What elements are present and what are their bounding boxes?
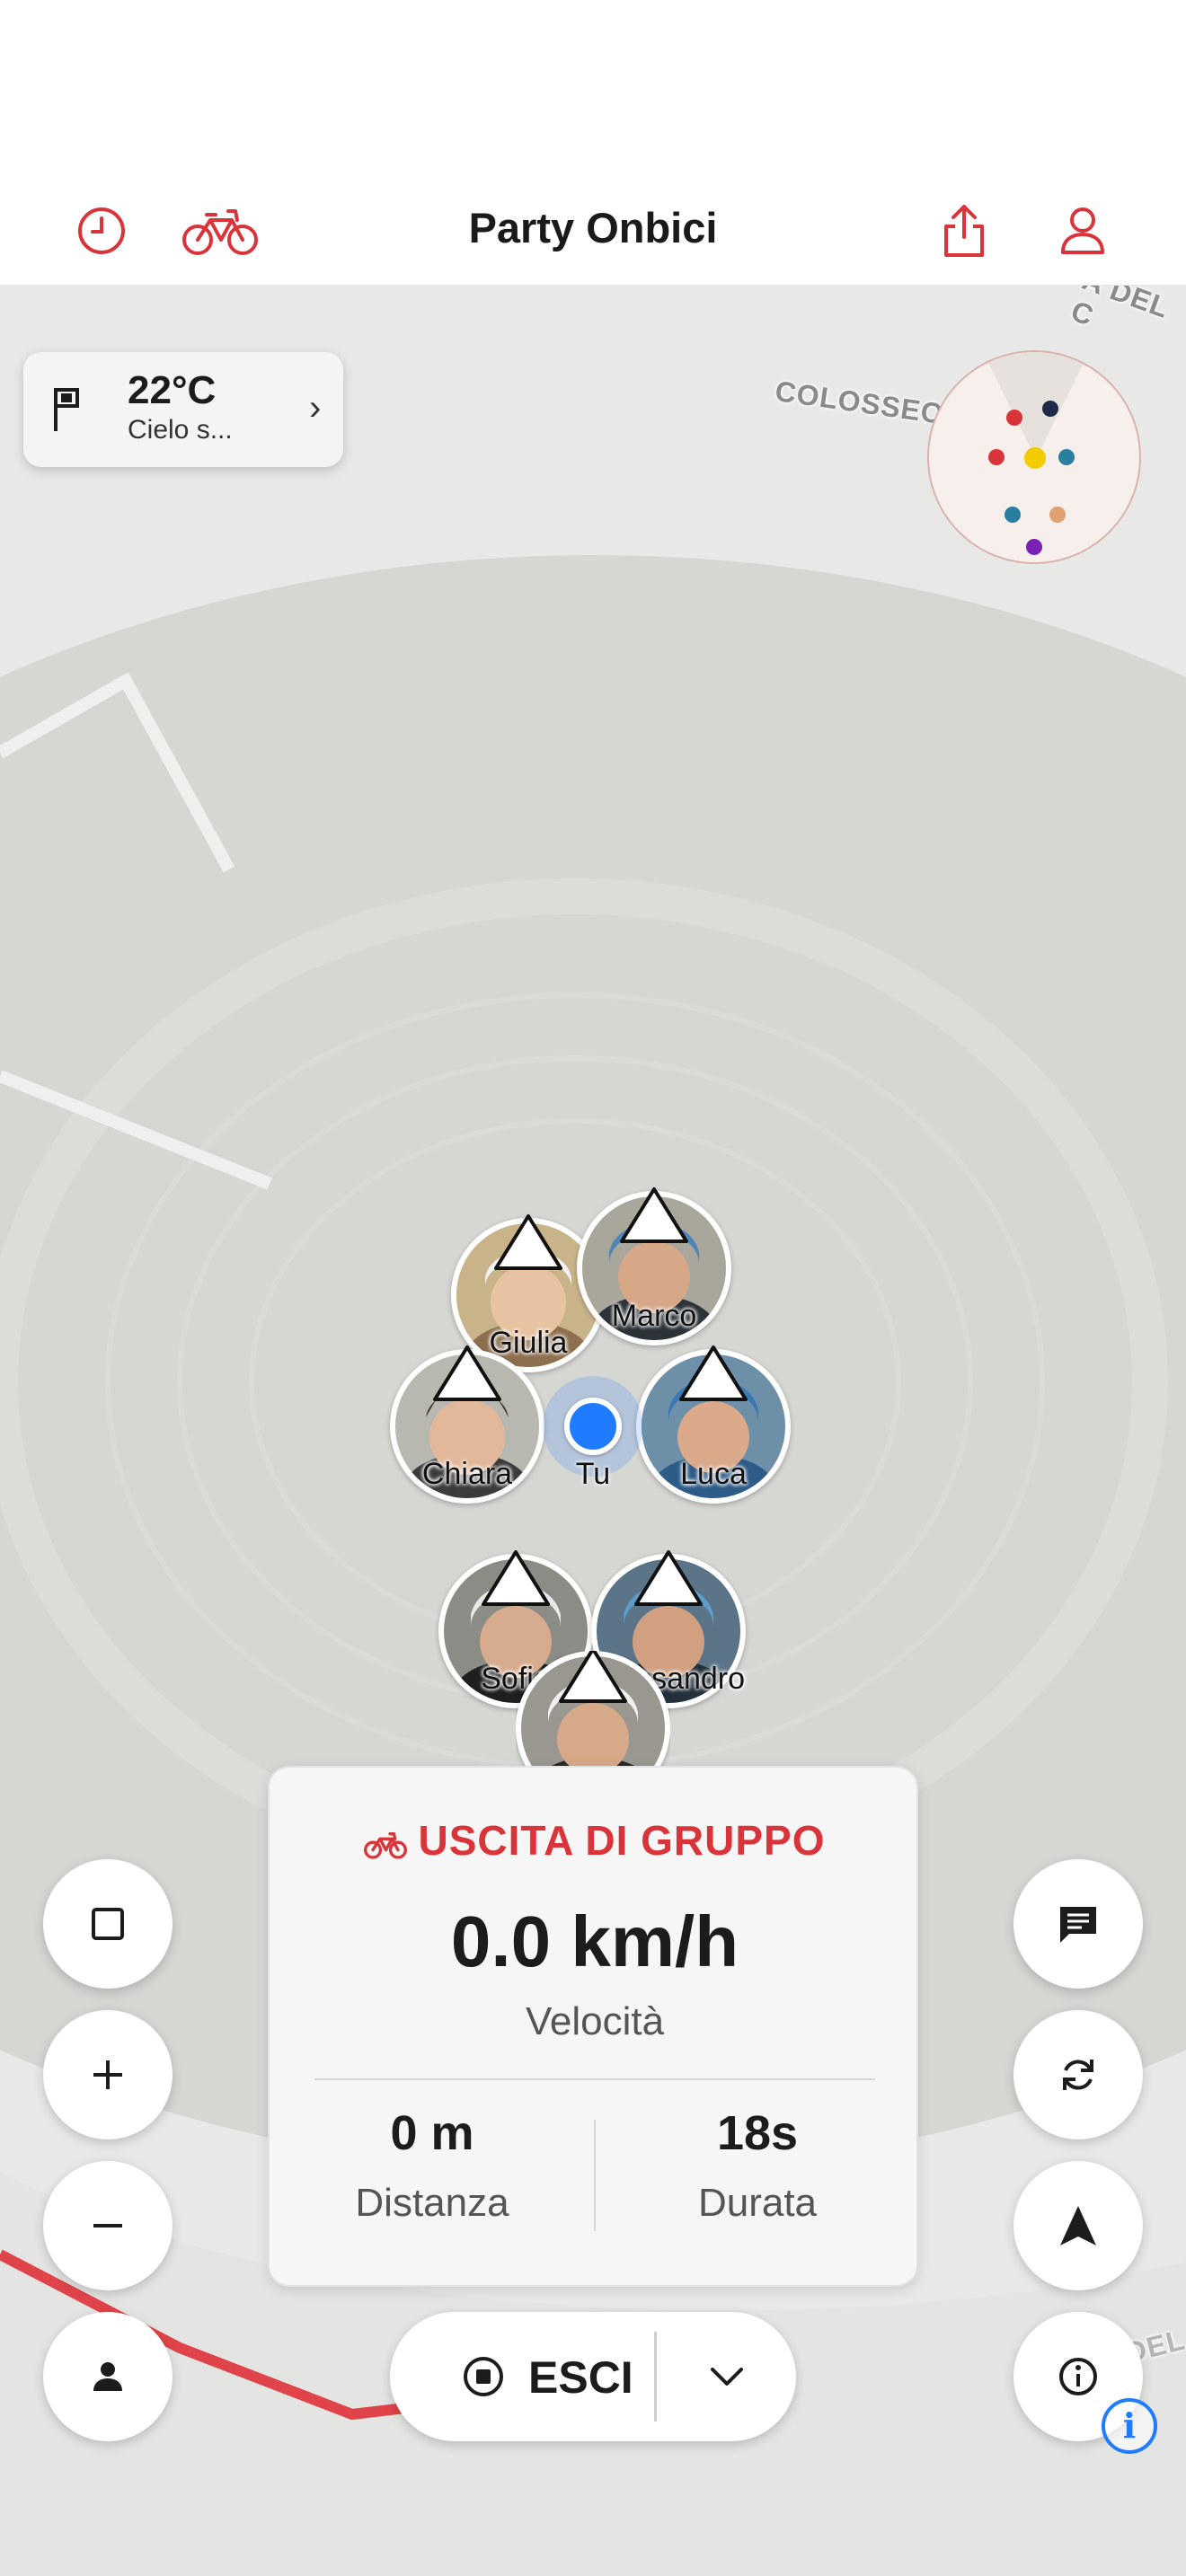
speed-label: Velocità bbox=[525, 1999, 665, 2043]
rider-marker-marco[interactable]: Marco bbox=[577, 1187, 731, 1345]
stop-icon bbox=[462, 2355, 505, 2403]
weather-temperature: 22°C bbox=[128, 368, 217, 412]
chat-button[interactable] bbox=[1013, 1859, 1143, 1989]
heading-arrow-icon bbox=[679, 1345, 748, 1401]
divider bbox=[654, 2332, 657, 2422]
exit-control: ESCI bbox=[390, 2312, 796, 2441]
exit-button[interactable]: ESCI bbox=[528, 2351, 633, 2404]
sync-icon bbox=[1063, 2060, 1093, 2090]
map-layer-button[interactable] bbox=[43, 1859, 173, 1989]
minimap-dot bbox=[1049, 507, 1066, 523]
chevron-down-icon bbox=[711, 2368, 743, 2386]
divider bbox=[314, 2078, 875, 2080]
status-bar bbox=[0, 0, 1186, 180]
weather-card[interactable]: 22°C Cielo s... › bbox=[23, 352, 343, 467]
top-bar: Party Onbici bbox=[0, 180, 1186, 286]
people-button[interactable] bbox=[43, 2312, 173, 2441]
history-icon bbox=[76, 206, 127, 260]
heading-arrow-icon bbox=[620, 1187, 688, 1243]
distance-label: Distanza bbox=[355, 2181, 509, 2225]
map-attribution-info-icon[interactable]: i bbox=[1102, 2398, 1157, 2454]
minimap-dot bbox=[1006, 410, 1022, 426]
flag-icon bbox=[52, 386, 83, 437]
rider-name: Luca bbox=[680, 1457, 747, 1491]
profile-icon bbox=[1059, 206, 1106, 260]
group-minimap[interactable] bbox=[927, 350, 1141, 564]
chevron-right-icon: › bbox=[309, 388, 322, 428]
profile-button[interactable] bbox=[1040, 190, 1125, 275]
ride-mode-label: USCITA DI GRUPPO bbox=[270, 1816, 920, 1865]
minimap-dot bbox=[1042, 401, 1058, 417]
weather-description: Cielo s... bbox=[128, 415, 233, 445]
rider-name: Marco bbox=[611, 1299, 697, 1333]
speed-value: 0.0 km/h bbox=[450, 1901, 739, 1981]
minimap-dot bbox=[1026, 539, 1042, 555]
page-title: Party Onbici bbox=[468, 204, 718, 251]
ride-mode-text: USCITA DI GRUPPO bbox=[418, 1817, 826, 1864]
rider-marker-unnamed[interactable] bbox=[516, 1651, 670, 1768]
zoom-in-button[interactable] bbox=[43, 2010, 173, 2139]
heading-arrow-icon bbox=[634, 1550, 703, 1606]
sync-button[interactable] bbox=[1013, 2010, 1143, 2139]
heading-arrow-icon bbox=[433, 1345, 501, 1401]
info-icon bbox=[1059, 2358, 1097, 2395]
navigate-button[interactable] bbox=[1013, 2161, 1143, 2290]
share-button[interactable] bbox=[922, 190, 1006, 275]
minimap-dot bbox=[988, 449, 1005, 465]
bike-mode-button[interactable] bbox=[178, 190, 262, 275]
current-location-label: Tu bbox=[575, 1457, 611, 1491]
minimap-dot bbox=[1005, 507, 1021, 523]
rider-marker-chiara[interactable]: Chiara bbox=[390, 1345, 544, 1504]
ride-stats-card: USCITA DI GRUPPO 0.0 km/h Velocità 0 m D… bbox=[268, 1766, 918, 2287]
duration-label: Durata bbox=[697, 2181, 818, 2225]
share-icon bbox=[939, 203, 989, 263]
rider-marker-luca[interactable]: Luca bbox=[636, 1345, 791, 1504]
minimap-dot-self bbox=[1024, 447, 1046, 469]
rider-name: Chiara bbox=[421, 1457, 513, 1491]
person-icon bbox=[93, 2362, 122, 2391]
heading-arrow-icon bbox=[482, 1550, 550, 1606]
heading-arrow-icon bbox=[559, 1651, 627, 1703]
distance-value: 0 m bbox=[390, 2106, 474, 2160]
bike-icon bbox=[364, 1832, 408, 1859]
bike-icon bbox=[181, 204, 259, 262]
heading-arrow-icon bbox=[494, 1214, 562, 1270]
zoom-out-button[interactable] bbox=[43, 2161, 173, 2290]
chat-icon bbox=[1060, 1907, 1096, 1943]
minimap-dot bbox=[1058, 449, 1075, 465]
history-button[interactable] bbox=[59, 190, 144, 275]
duration-value: 18s bbox=[716, 2106, 799, 2160]
exit-options-button[interactable] bbox=[686, 2348, 767, 2405]
zoom-out-icon bbox=[93, 2224, 122, 2228]
navigate-icon bbox=[1060, 2206, 1096, 2245]
zoom-in-icon bbox=[93, 2060, 122, 2089]
square-icon bbox=[92, 1908, 124, 1940]
